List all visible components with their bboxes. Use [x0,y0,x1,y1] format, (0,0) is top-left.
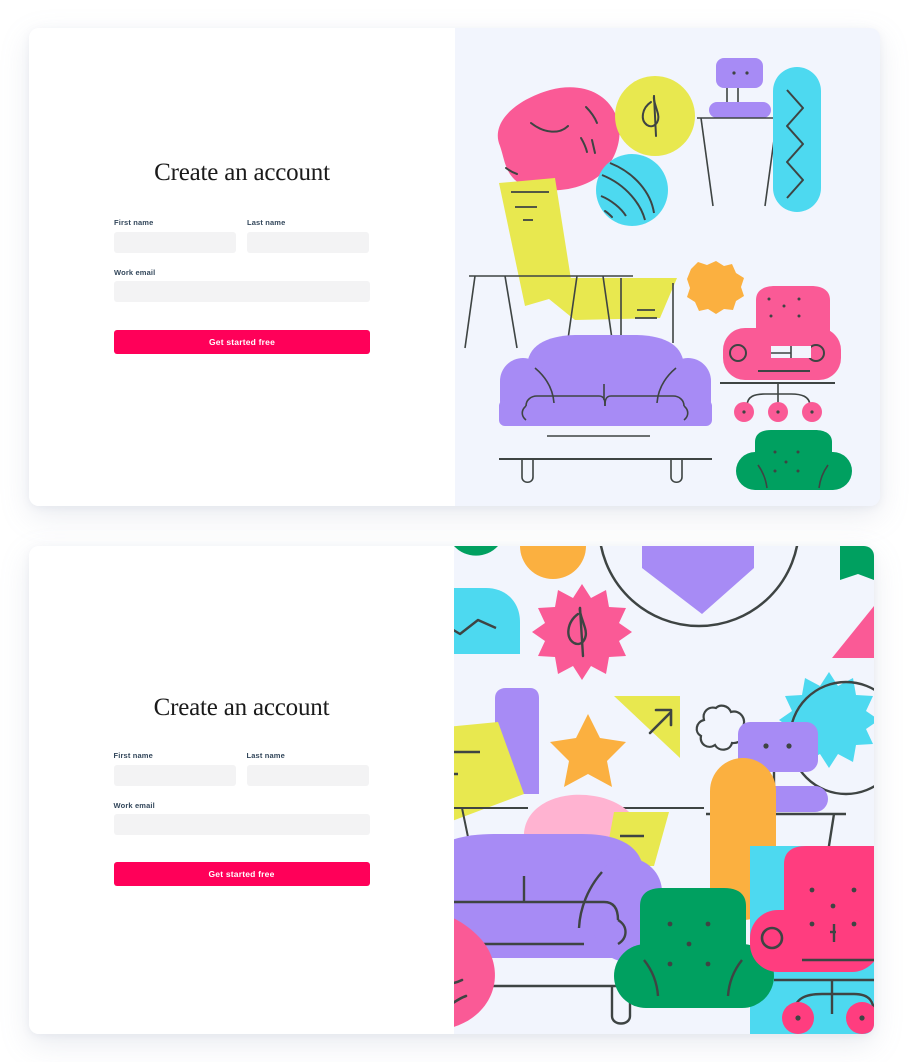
signup-form-2: Create an account First name Last name W… [29,694,454,886]
cyan-zigzag-pill-icon [773,67,821,212]
last-name-group-1: Last name [247,219,369,253]
cyan-beach-ball-icon [596,154,668,226]
work-email-group-2: Work email [113,800,370,835]
name-row-1: First name Last name [114,219,370,253]
signup-form-pane-2: Create an account First name Last name W… [29,546,454,1034]
first-name-label-2: First name [113,751,153,760]
illustration-pane-1 [455,28,880,506]
yellow-circle-phi-icon [615,76,695,156]
get-started-button[interactable]: Get started free [114,330,370,354]
work-email-group-1: Work email [114,267,370,302]
illustration-pane-2 [454,546,874,1034]
page-title-2: Create an account [153,694,330,721]
cyan-rounded-square-chart-icon [454,588,520,654]
last-name-input-2[interactable] [246,764,369,786]
name-row-2: First name Last name [113,751,370,786]
page-root: Create an account First name Last name W… [0,0,909,1062]
work-email-input[interactable] [114,281,370,302]
last-name-input[interactable] [247,231,369,253]
first-name-input[interactable] [114,231,236,253]
furniture-illustration-2 [454,546,874,1034]
signup-card-1: Create an account First name Last name W… [29,28,880,506]
last-name-label: Last name [247,218,286,227]
work-email-label: Work email [114,267,156,277]
signup-form-pane-1: Create an account First name Last name W… [29,28,455,506]
form-fields-2: First name Last name Work email Get star… [113,751,370,886]
get-started-button-2[interactable]: Get started free [113,862,370,886]
signup-form-1: Create an account First name Last name W… [29,159,455,354]
furniture-illustration-1 [455,28,880,506]
form-fields-1: First name Last name Work email Get star… [114,219,370,354]
first-name-input-2[interactable] [113,764,236,786]
page-title: Create an account [154,159,330,186]
last-name-label-2: Last name [246,751,285,760]
first-name-group-1: First name [114,219,236,253]
last-name-group-2: Last name [246,751,369,786]
work-email-label-2: Work email [113,800,155,810]
work-email-input-2[interactable] [113,814,370,835]
first-name-label: First name [114,218,154,227]
first-name-group-2: First name [113,751,236,786]
signup-card-2: Create an account First name Last name W… [29,546,874,1034]
